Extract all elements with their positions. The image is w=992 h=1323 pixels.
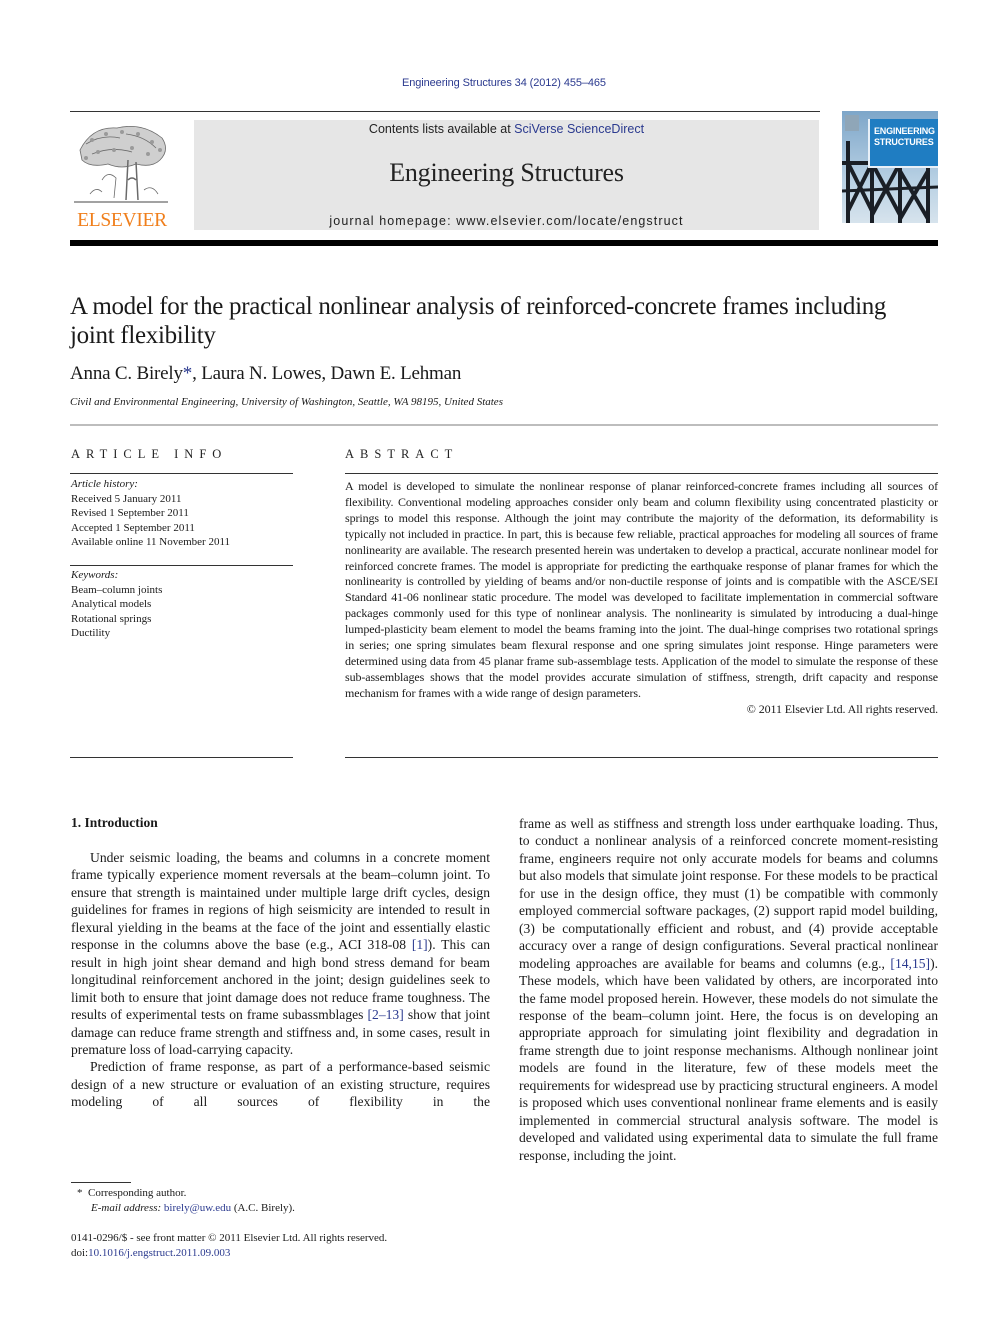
abstract-text: A model is developed to simulate the non… — [345, 479, 938, 700]
contents-prefix: Contents lists available at — [368, 122, 515, 136]
keyword-item: Beam–column joints — [71, 583, 163, 596]
email-link[interactable]: birely@uw.edu — [164, 1202, 231, 1214]
history-item: Received 5 January 2011 — [71, 492, 182, 505]
keywords-label: Keywords: — [71, 569, 119, 581]
paragraph-text: frame as well as stiffness and strength … — [519, 816, 938, 971]
front-matter: 0141-0296/$ - see front matter © 2011 El… — [71, 1231, 387, 1260]
email-note: E-mail address: birely@uw.edu (A.C. Bire… — [71, 1201, 295, 1216]
footnotes: * Corresponding author. E-mail address: … — [71, 1186, 295, 1216]
doi-link[interactable]: 10.1016/j.engstruct.2011.09.003 — [88, 1247, 230, 1259]
journal-banner: Contents lists available at SciVerse Sci… — [194, 120, 819, 230]
body-column-right: frame as well as stiffness and strength … — [519, 815, 938, 1164]
history-item: Accepted 1 September 2011 — [71, 521, 195, 534]
article-history: Article history: Received 5 January 2011… — [71, 477, 293, 550]
elsevier-logo[interactable]: ELSEVIER — [70, 118, 172, 233]
affiliation: Civil and Environmental Engineering, Uni… — [70, 396, 503, 408]
abstract-copyright: © 2011 Elsevier Ltd. All rights reserved… — [746, 701, 938, 716]
sciencedirect-link[interactable]: SciVerse ScienceDirect — [514, 122, 644, 136]
keyword-item: Ductility — [71, 627, 111, 639]
abstract-body: A model is developed to simulate the non… — [345, 479, 938, 718]
elsevier-wordmark: ELSEVIER — [77, 210, 167, 231]
article-history-label: Article history: — [71, 478, 138, 490]
article-info-bottom-rule — [70, 757, 293, 758]
cover-title: ENGINEERING STRUCTURES — [874, 126, 935, 148]
doi-prefix: doi: — [71, 1246, 89, 1259]
corresponding-author-note: * Corresponding author. — [71, 1186, 295, 1201]
paragraph: Prediction of frame response, as part of… — [71, 1059, 490, 1110]
footnote-rule — [71, 1182, 131, 1183]
keywords-rule — [70, 565, 293, 566]
journal-citation-link[interactable]: Engineering Structures 34 (2012) 455–465 — [402, 77, 606, 89]
header-thick-rule — [70, 240, 938, 246]
paragraph: frame as well as stiffness and strength … — [519, 815, 938, 1164]
keywords: Keywords: Beam–column joints Analytical … — [71, 568, 293, 641]
body-column-left: Under seismic loading, the beams and col… — [71, 849, 490, 1111]
section-heading-introduction: 1. Introduction — [71, 815, 158, 830]
citation-link[interactable]: [2–13] — [368, 1007, 404, 1022]
running-head[interactable]: Engineering Structures 34 (2012) 455–465 — [0, 77, 992, 89]
author-name[interactable]: Anna C. Birely — [70, 363, 183, 384]
corresponding-author-mark[interactable]: * — [183, 363, 193, 384]
email-suffix: (A.C. Birely). — [231, 1202, 295, 1214]
cover-publisher-mark — [845, 115, 859, 131]
history-item: Revised 1 September 2011 — [71, 507, 189, 519]
keyword-item: Rotational springs — [71, 612, 152, 625]
cover-title-line2: STRUCTURES — [874, 137, 934, 147]
history-item: Available online 11 November 2011 — [71, 536, 231, 548]
abstract-heading: ABSTRACT — [345, 447, 459, 461]
abstract-rule — [345, 473, 938, 474]
abstract-bottom-rule — [345, 757, 938, 758]
contents-line: Contents lists available at SciVerse Sci… — [194, 122, 819, 136]
doi-line: doi:10.1016/j.engstruct.2011.09.003 — [71, 1246, 387, 1261]
article-info-rule — [70, 473, 293, 474]
journal-homepage[interactable]: journal homepage: www.elsevier.com/locat… — [194, 214, 819, 228]
paragraph-text: ). These models, which have been validat… — [519, 955, 938, 1163]
paragraph: Under seismic loading, the beams and col… — [71, 849, 490, 1058]
journal-title: Engineering Structures — [389, 158, 624, 187]
author-name[interactable]: Laura N. Lowes — [201, 363, 321, 384]
email-label: E-mail address: — [91, 1202, 162, 1214]
elsevier-tree-icon — [74, 125, 168, 203]
citation-link[interactable]: [1] — [412, 937, 428, 952]
footnote-text: Corresponding author. — [88, 1187, 187, 1199]
footnote-star: * — [77, 1187, 83, 1199]
article-info-heading: ARTICLE INFO — [71, 447, 228, 461]
citation-link[interactable]: [14,15] — [890, 956, 930, 971]
issn-line: 0141-0296/$ - see front matter © 2011 El… — [71, 1232, 388, 1244]
keyword-item: Analytical models — [71, 598, 152, 610]
title-separator — [70, 424, 938, 426]
author-name[interactable]: Dawn E. Lehman — [330, 363, 461, 384]
journal-cover-image[interactable]: ENGINEERING STRUCTURES — [842, 111, 938, 229]
author-list: Anna C. Birely*, Laura N. Lowes, Dawn E.… — [70, 363, 462, 384]
header-rule — [70, 111, 820, 112]
article-title: A model for the practical nonlinear anal… — [70, 293, 887, 349]
cover-title-line1: ENGINEERING — [874, 126, 935, 136]
